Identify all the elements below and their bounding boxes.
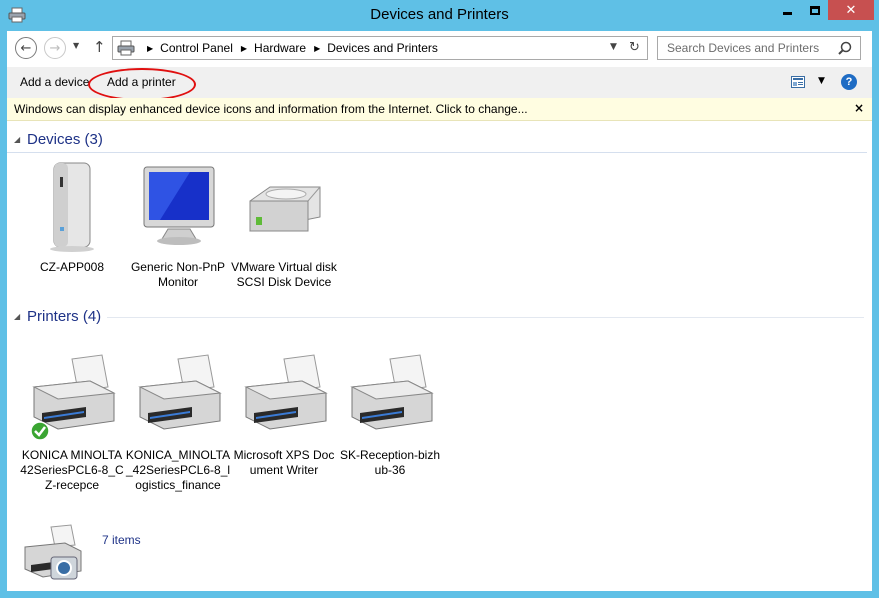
recent-locations-button[interactable]: ▼	[73, 41, 79, 50]
info-bar-message[interactable]: Windows can display enhanced device icon…	[14, 102, 528, 116]
group-header-devices[interactable]: ◢ Devices (3)	[7, 127, 872, 153]
forward-button[interactable]: →	[44, 37, 66, 59]
up-button[interactable]: ↑	[93, 38, 106, 56]
close-icon[interactable]: ×	[854, 101, 864, 115]
device-item[interactable]: CZ-APP008	[19, 159, 125, 275]
window-title: Devices and Printers	[370, 6, 509, 23]
search-box[interactable]	[657, 36, 861, 60]
add-device-button[interactable]: Add a device	[20, 75, 89, 89]
collapse-arrow-icon[interactable]: ◢	[14, 135, 20, 144]
printer-name: SK-Reception-bizhub-36	[339, 448, 441, 477]
breadcrumb: ▶ Control Panel ▶ Hardware ▶ Devices and…	[139, 41, 438, 55]
printer-item[interactable]: Microsoft XPS Document Writer	[231, 347, 337, 478]
command-bar: Add a device Add a printer ▼ ?	[7, 67, 872, 101]
device-name: Generic Non-PnP Monitor	[130, 260, 226, 289]
printer-item[interactable]: SK-Reception-bizhub-36	[337, 347, 443, 478]
printer-icon	[30, 354, 116, 441]
divider	[107, 317, 864, 318]
printer-item[interactable]: KONICA MINOLTA 42SeriesPCL6-8_CZ-recepce	[19, 347, 125, 493]
devices-printers-icon	[117, 40, 135, 56]
search-icon[interactable]	[838, 41, 852, 55]
minimize-button[interactable]	[774, 0, 801, 20]
back-button[interactable]: ←	[15, 37, 37, 59]
disk-drive-icon	[249, 186, 321, 232]
printer-name: KONICA MINOLTA 42SeriesPCL6-8_CZ-recepce	[20, 448, 124, 492]
forward-arrow-icon: →	[49, 40, 61, 56]
maximize-icon	[809, 5, 820, 15]
group-header-printers[interactable]: ◢ Printers (4)	[7, 304, 872, 330]
device-item[interactable]: Generic Non-PnP Monitor	[125, 159, 231, 290]
device-list: ◢ Devices (3) CZ-APP008 Generic Non-PnP …	[7, 121, 872, 591]
device-item[interactable]: VMware Virtual disk SCSI Disk Device	[231, 159, 337, 290]
more-options-dropdown-icon[interactable]: ▼	[818, 76, 825, 86]
breadcrumb-hardware[interactable]: Hardware	[254, 41, 306, 55]
highlight-annotation	[88, 68, 196, 101]
up-arrow-icon: ↑	[93, 38, 106, 56]
devices-and-printers-window: Devices and Printers ✕ ← → ▼ ↑ ▶ Control…	[0, 0, 879, 598]
monitor-icon	[143, 166, 215, 245]
close-button[interactable]: ✕	[828, 0, 874, 20]
printer-name: KONICA_MINOLTA_42SeriesPCL6-8_logistics_…	[125, 448, 231, 492]
back-arrow-icon: ←	[20, 40, 32, 56]
maximize-button[interactable]	[801, 0, 828, 20]
printer-icon	[244, 354, 328, 430]
collapse-arrow-icon[interactable]: ◢	[14, 312, 20, 321]
address-dropdown-icon[interactable]: ▼	[610, 42, 617, 52]
close-icon: ✕	[845, 2, 857, 18]
device-name: VMware Virtual disk SCSI Disk Device	[231, 260, 337, 289]
chevron-right-icon[interactable]: ▶	[147, 44, 153, 53]
title-bar[interactable]: Devices and Printers ✕	[0, 0, 879, 32]
group-label[interactable]: Printers (4)	[27, 308, 101, 325]
pc-tower-icon	[50, 162, 94, 252]
window-client: ← → ▼ ↑ ▶ Control Panel ▶ Hardware ▶ Dev…	[7, 31, 872, 591]
minimize-icon	[783, 12, 792, 15]
devices-and-printers-status-icon	[24, 524, 82, 580]
item-count: 7 items	[102, 533, 141, 547]
refresh-icon[interactable]: ↻	[629, 40, 640, 55]
divider	[7, 152, 867, 153]
chevron-right-icon[interactable]: ▶	[241, 44, 247, 53]
printer-icon	[350, 354, 434, 430]
breadcrumb-devices-and-printers[interactable]: Devices and Printers	[327, 41, 438, 55]
help-icon[interactable]: ?	[841, 74, 857, 90]
change-view-icon[interactable]	[791, 76, 805, 88]
breadcrumb-control-panel[interactable]: Control Panel	[160, 41, 233, 55]
address-bar[interactable]: ▶ Control Panel ▶ Hardware ▶ Devices and…	[112, 36, 648, 60]
chevron-right-icon[interactable]: ▶	[314, 44, 320, 53]
navigation-bar: ← → ▼ ↑ ▶ Control Panel ▶ Hardware ▶ Dev…	[7, 31, 872, 65]
device-name: CZ-APP008	[39, 260, 105, 274]
info-bar[interactable]: Windows can display enhanced device icon…	[7, 98, 872, 121]
search-input[interactable]	[659, 38, 835, 58]
printer-name: Microsoft XPS Document Writer	[233, 448, 335, 477]
printer-item[interactable]: KONICA_MINOLTA_42SeriesPCL6-8_logistics_…	[125, 347, 231, 493]
group-label[interactable]: Devices (3)	[27, 131, 103, 148]
printer-icon	[138, 354, 222, 430]
